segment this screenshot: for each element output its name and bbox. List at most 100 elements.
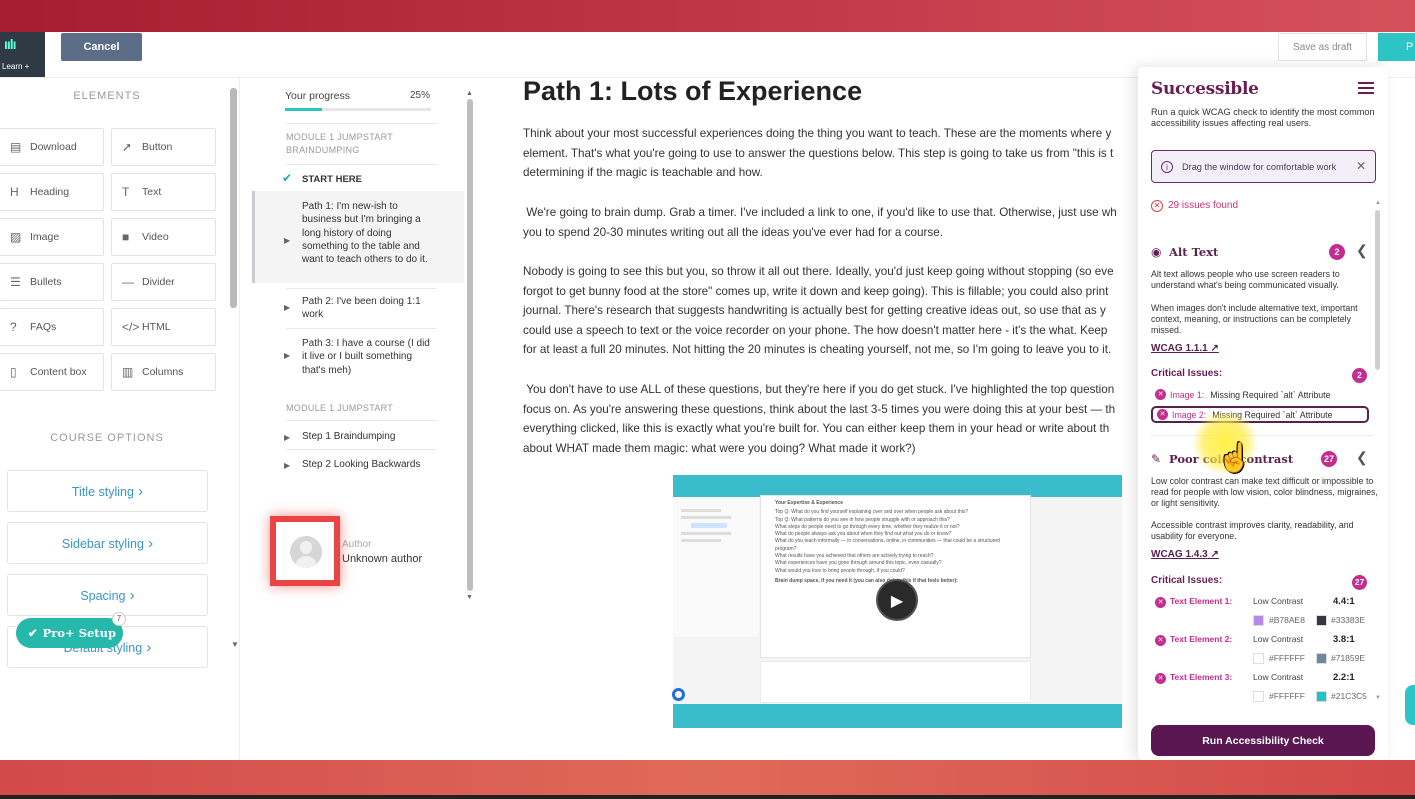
scroll-down-arrow-icon[interactable]: ▼ [466, 594, 473, 601]
wcag-link[interactable]: WCAG 1.1.1 ↗ [1151, 343, 1219, 354]
page-title: Path 1: Lots of Experience [523, 78, 863, 106]
element-label: Image [30, 231, 60, 243]
wcag-link[interactable]: WCAG 1.4.3 ↗ [1151, 549, 1219, 560]
checkmark-icon: ✔ [282, 171, 293, 185]
element-download-button[interactable]: ▤ Download [0, 128, 104, 166]
lesson-label: Path 2: I've been doing 1:1 work [302, 296, 421, 321]
issue-name: Image 1: [1170, 389, 1205, 400]
group-count-badge: 27 [1321, 451, 1338, 467]
element-faqs-button[interactable]: ? FAQs [0, 308, 104, 346]
element-video-button[interactable]: ■ Video [111, 218, 216, 256]
content-box-icon: ▯ [10, 365, 17, 379]
element-bullets-button[interactable]: ☰ Bullets [0, 263, 104, 301]
issue-name: Text Element 2: [1170, 634, 1233, 644]
right-edge-area [1388, 78, 1415, 760]
cancel-button[interactable]: Cancel [61, 33, 142, 61]
video-top-band [673, 475, 1122, 497]
element-divider-button[interactable]: — Divider [111, 263, 216, 301]
close-icon[interactable]: ✕ [1356, 159, 1366, 173]
side-widget-tab[interactable] [1405, 685, 1415, 725]
contrast-ratio: 2.2:1 [1333, 672, 1355, 683]
scroll-up-arrow-icon[interactable]: ▲ [1375, 200, 1381, 206]
issue-row-image-1[interactable]: ✕ Image 1: Missing Required `alt` Attrib… [1151, 386, 1369, 403]
error-icon: ✕ [1155, 597, 1166, 608]
course-option-title-styling[interactable]: Title styling › [7, 470, 208, 512]
avatar[interactable] [290, 536, 322, 568]
pro-plus-setup-button[interactable]: ✔ Pro+ Setup [16, 618, 123, 648]
hand-pointer-icon: ☝ [1217, 442, 1252, 473]
app-logo[interactable]: ıılı Learn + [0, 32, 45, 77]
divider [286, 288, 436, 289]
lesson-path-1[interactable]: ▶ Path 1: I'm new-ish to business but I'… [284, 200, 434, 266]
scroll-down-arrow-icon[interactable]: ▼ [1375, 695, 1381, 701]
element-text-button[interactable]: T Text [111, 173, 216, 211]
element-button-button[interactable]: ➚ Button [111, 128, 216, 166]
course-sidebar-scrollbar[interactable] [467, 99, 473, 591]
paragraph: Nobody is going to see this but you, so … [523, 265, 1114, 357]
hamburger-menu-icon[interactable] [1358, 82, 1374, 94]
chevron-left-icon[interactable]: ❮ [1356, 242, 1368, 259]
publish-button[interactable]: P [1378, 33, 1415, 61]
element-html-button[interactable]: </> HTML [111, 308, 216, 346]
element-label: Text [142, 186, 162, 198]
progress-bar [285, 108, 431, 111]
issue-row-image-2[interactable]: ✕ Image 2: Missing Required `alt` Attrib… [1151, 406, 1369, 423]
accessibility-extension-panel[interactable]: Successible Run a quick WCAG check to id… [1138, 67, 1388, 760]
element-label: HTML [142, 321, 171, 333]
element-label: Divider [142, 276, 175, 288]
alt-text-group-header[interactable]: ◉ Alt Text 2 ❮ [1151, 242, 1376, 262]
color-swatch [1253, 691, 1264, 702]
play-button-icon[interactable]: ▶ [876, 579, 918, 621]
critical-issues-label: Critical Issues: [1151, 575, 1223, 586]
chevron-left-icon[interactable]: ❮ [1356, 449, 1368, 466]
code-icon: </> [122, 320, 140, 334]
element-heading-button[interactable]: H Heading [0, 173, 104, 211]
color-hex: #B78AE8 [1269, 615, 1305, 625]
video-lower-area [760, 661, 1031, 703]
group-count-badge: 2 [1329, 244, 1345, 260]
course-option-label: Sidebar styling [61, 537, 144, 551]
paragraph: Think about your most successful experie… [523, 127, 1114, 180]
critical-count-badge: 2 [1352, 368, 1367, 383]
faq-icon: ? [10, 320, 17, 334]
video-doc-line: Top Q: What patterns do you see in how p… [775, 516, 950, 523]
course-option-label: Spacing [80, 589, 126, 603]
contrast-group-header[interactable]: ✎ Poor color contrast 27 ❮ [1151, 449, 1376, 469]
save-draft-button[interactable]: Save as draft [1278, 33, 1367, 61]
error-icon: ✕ [1155, 389, 1166, 400]
video-doc-line: What would you love to bring people thro… [775, 567, 905, 574]
element-image-button[interactable]: ▨ Image [0, 218, 104, 256]
video-icon: ■ [122, 230, 130, 244]
lesson-label: START HERE [302, 174, 362, 185]
scroll-down-arrow-icon[interactable]: ▼ [231, 640, 239, 649]
download-icon: ▤ [10, 140, 22, 154]
course-option-sidebar-styling[interactable]: Sidebar styling › [7, 522, 208, 564]
element-label: Video [142, 231, 169, 243]
course-option-spacing[interactable]: Spacing › [7, 574, 208, 616]
lesson-step-1[interactable]: ▶ Step 1 Braindumping [284, 430, 456, 443]
run-accessibility-check-button[interactable]: Run Accessibility Check [1151, 725, 1375, 756]
element-content-box-button[interactable]: ▯ Content box [0, 353, 104, 391]
lesson-label: Path 3: I have a course (I did it live o… [302, 338, 430, 376]
columns-icon: ▥ [122, 365, 134, 379]
wcag-label: WCAG 1.1.1 [1151, 343, 1208, 354]
video-doc-title: Your Expertise & Experience [775, 500, 843, 506]
color-swatch [1316, 615, 1327, 626]
divider [286, 164, 436, 165]
text-icon: T [122, 185, 130, 199]
lesson-path-3[interactable]: ▶ Path 3: I have a course (I did it live… [284, 337, 434, 377]
elements-title: ELEMENTS [73, 90, 141, 102]
play-triangle-icon: ▶ [284, 236, 291, 245]
video-doc-line: What do you teach informally — in conver… [775, 538, 1000, 552]
bullets-icon: ☰ [10, 275, 21, 289]
author-name: Unknown author [342, 553, 423, 565]
lesson-step-2[interactable]: ▶ Step 2 Looking Backwards [284, 458, 456, 471]
element-columns-button[interactable]: ▥ Columns [111, 353, 216, 391]
video-player[interactable]: Your Expertise & Experience Top Q: What … [673, 475, 1122, 728]
lesson-start-here[interactable]: ✔ START HERE [282, 171, 434, 186]
elements-scrollbar[interactable] [230, 88, 237, 308]
eyedropper-icon: ✎ [1151, 452, 1162, 466]
lesson-path-2[interactable]: ▶ Path 2: I've been doing 1:1 work [284, 295, 434, 322]
lesson-label: Step 2 Looking Backwards [302, 459, 421, 470]
scroll-up-arrow-icon[interactable]: ▲ [466, 90, 473, 97]
